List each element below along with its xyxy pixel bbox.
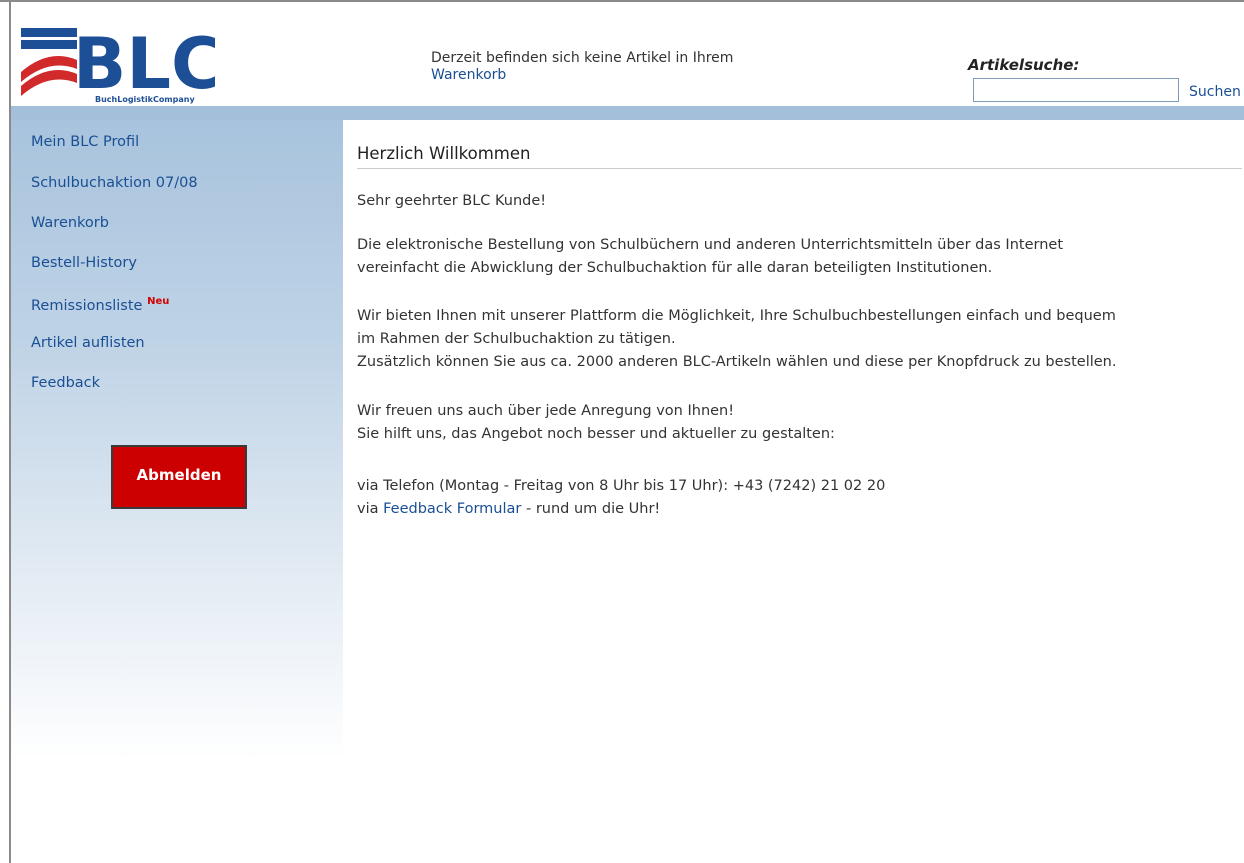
blc-logo[interactable]: BLC BuchLogistikCompany bbox=[15, 20, 222, 106]
search-label: Artikelsuche: bbox=[968, 56, 1080, 74]
feedback-form-link[interactable]: Feedback Formular bbox=[383, 501, 521, 517]
blc-logo-icon: BLC BuchLogistikCompany bbox=[21, 23, 222, 105]
svg-text:BuchLogistikCompany: BuchLogistikCompany bbox=[95, 95, 195, 104]
cart-link[interactable]: Warenkorb bbox=[431, 67, 506, 83]
feedback-paragraph: Wir freuen uns auch über jede Anregung v… bbox=[357, 403, 835, 442]
sidebar-item-remissionsliste[interactable]: Remissionsliste Neu bbox=[31, 296, 169, 314]
greeting-text: Sehr geehrter BLC Kunde! bbox=[357, 193, 547, 209]
contact-form-line: via Feedback Formular - rund um die Uhr! bbox=[357, 501, 661, 517]
cart-status-message: Derzeit befinden sich keine Artikel in I… bbox=[431, 50, 734, 66]
header: BLC BuchLogistikCompany Derzeit befinden… bbox=[11, 2, 1244, 106]
intro-paragraph: Die elektronische Bestellung von Schulbü… bbox=[357, 237, 1064, 276]
search-button[interactable]: Suchen bbox=[1189, 84, 1241, 100]
sidebar-item-bestell-history[interactable]: Bestell-History bbox=[31, 255, 137, 271]
platform-paragraph: Wir bieten Ihnen mit unserer Plattform d… bbox=[357, 308, 1117, 370]
sidebar-item-warenkorb[interactable]: Warenkorb bbox=[31, 215, 109, 231]
new-badge: Neu bbox=[147, 296, 170, 307]
contact-phone: via Telefon (Montag - Freitag von 8 Uhr … bbox=[357, 478, 886, 494]
cart-status: Derzeit befinden sich keine Artikel in I… bbox=[431, 50, 733, 84]
logout-button[interactable]: Abmelden bbox=[111, 445, 247, 509]
sidebar: Mein BLC Profil Schulbuchaktion 07/08 Wa… bbox=[11, 120, 343, 760]
sidebar-item-feedback[interactable]: Feedback bbox=[31, 375, 100, 391]
sidebar-item-schulbuchaktion[interactable]: Schulbuchaktion 07/08 bbox=[31, 175, 198, 191]
svg-text:BLC: BLC bbox=[73, 23, 215, 105]
sidebar-item-artikel-auflisten[interactable]: Artikel auflisten bbox=[31, 335, 145, 351]
header-divider-bar bbox=[11, 106, 1244, 120]
contact-paragraph: via Telefon (Montag - Freitag von 8 Uhr … bbox=[357, 475, 885, 521]
search-input[interactable] bbox=[973, 78, 1179, 102]
sidebar-item-profile[interactable]: Mein BLC Profil bbox=[31, 134, 139, 150]
page-title: Herzlich Willkommen bbox=[357, 144, 1242, 169]
